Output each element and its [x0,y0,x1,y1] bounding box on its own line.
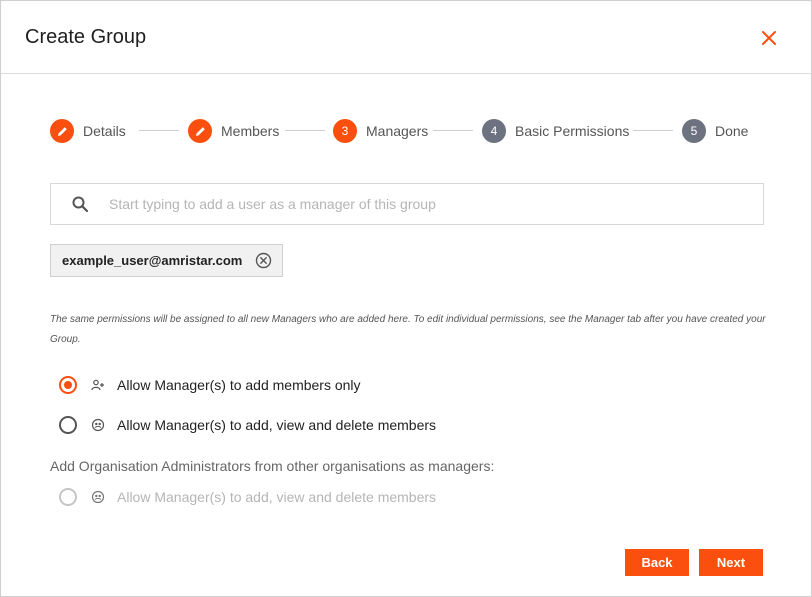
stepper-connector [633,130,673,131]
step-details-indicator [50,119,74,143]
step-label: Members [221,123,280,139]
manage-users-icon [91,418,105,432]
step-label: Managers [366,123,429,139]
step-members-indicator [188,119,212,143]
radio-button[interactable] [59,376,77,394]
radio-button[interactable] [59,416,77,434]
step-members[interactable]: Members [188,119,279,143]
create-group-dialog: Create Group Details Members 3 Managers … [0,0,812,597]
manage-users-icon [91,490,105,504]
pencil-icon [195,126,205,136]
manager-search-box [50,183,764,225]
add-user-icon [91,379,104,391]
option-label: Allow Manager(s) to add members only [117,377,361,393]
step-label: Done [715,123,749,139]
step-number: 3 [333,119,357,143]
search-icon [72,196,89,213]
chip-label: example_user@amristar.com [62,253,243,268]
step-number: 4 [482,119,506,143]
option-label: Allow Manager(s) to add, view and delete… [117,417,437,433]
dialog-header: Create Group [1,1,811,74]
step-label: Basic Permissions [515,123,630,139]
radio-button [59,488,77,506]
manager-search-input[interactable] [109,184,749,224]
option-label: Allow Manager(s) to add, view and delete… [117,489,437,505]
next-button[interactable]: Next [699,549,763,576]
org-admins-label: Add Organisation Administrators from oth… [50,458,495,474]
step-number: 5 [682,119,706,143]
stepper-connector [285,130,325,131]
step-basic-permissions[interactable]: 4 Basic Permissions [482,119,629,143]
stepper-connector [433,130,473,131]
option-add-members-only[interactable]: Allow Manager(s) to add members only [59,374,361,396]
step-label: Details [83,123,126,139]
option-add-view-delete[interactable]: Allow Manager(s) to add, view and delete… [59,414,436,436]
remove-circle-icon[interactable] [255,252,272,269]
pencil-icon [57,126,67,136]
option-org-admin-add-view-delete: Allow Manager(s) to add, view and delete… [59,486,436,508]
back-button[interactable]: Back [625,549,689,576]
stepper-connector [139,130,179,131]
step-managers[interactable]: 3 Managers [333,119,428,143]
selected-manager-chip: example_user@amristar.com [50,244,283,277]
step-done[interactable]: 5 Done [682,119,748,143]
permissions-info-text: The same permissions will be assigned to… [50,314,766,345]
dialog-title: Create Group [25,26,147,48]
step-details[interactable]: Details [50,119,126,143]
close-icon[interactable] [758,27,780,49]
